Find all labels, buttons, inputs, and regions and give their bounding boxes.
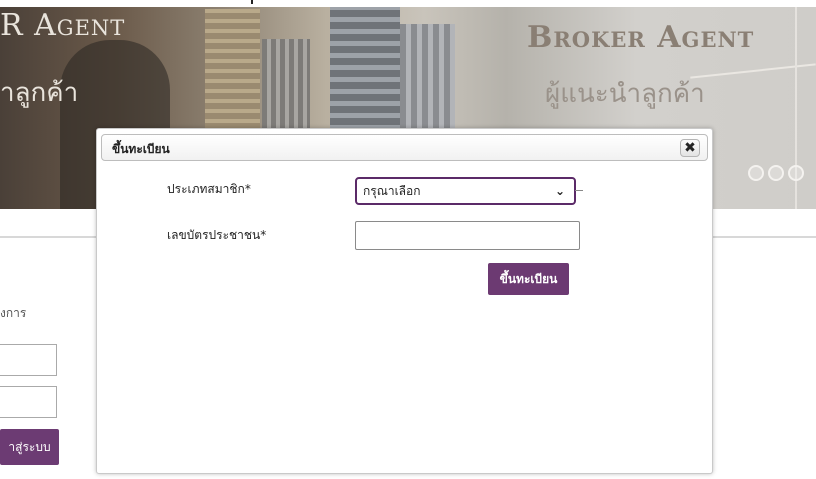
id-card-input[interactable] [355, 221, 580, 250]
top-strip [0, 0, 816, 7]
carousel-dot[interactable] [768, 165, 784, 181]
top-strip-mark [251, 0, 253, 4]
register-submit-button[interactable]: ขึ้นทะเบียน [488, 263, 569, 295]
member-type-label: ประเภทสมาชิก* [167, 182, 251, 196]
close-icon[interactable]: ✖ [680, 139, 700, 157]
banner-right-title: Broker Agent [527, 20, 755, 55]
password-input[interactable] [0, 386, 57, 418]
carousel-dot[interactable] [788, 165, 804, 181]
register-dialog: ขึ้นทะเบียน ✖ ประเภทสมาชิก* กรุณาเลือก ⌄… [96, 128, 713, 474]
member-type-select[interactable]: กรุณาเลือก ⌄ [355, 177, 576, 205]
login-button[interactable]: าสู่ระบบ [0, 429, 59, 465]
dialog-header: ขึ้นทะเบียน ✖ [101, 134, 708, 161]
carousel-dots [748, 165, 804, 181]
carousel-dot[interactable] [748, 165, 764, 181]
username-input[interactable] [0, 344, 57, 376]
dialog-title: ขึ้นทะเบียน [112, 142, 170, 156]
login-section-label: งการ [0, 306, 27, 320]
banner-left-title: R Agent [0, 8, 126, 43]
banner-left-subtitle: าลูกค้า [0, 78, 79, 108]
select-connector [575, 190, 583, 191]
chevron-down-icon: ⌄ [554, 184, 565, 198]
id-card-label: เลขบัตรประชาชน* [167, 228, 267, 242]
member-type-value: กรุณาเลือก [363, 183, 421, 198]
banner-right-subtitle: ผู้แนะนำลูกค้า [545, 79, 705, 109]
